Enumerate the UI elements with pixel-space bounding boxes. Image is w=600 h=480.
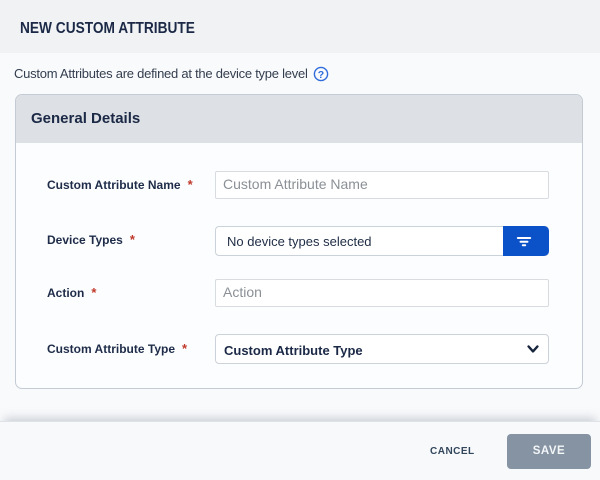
svg-text:?: ? — [318, 69, 324, 81]
